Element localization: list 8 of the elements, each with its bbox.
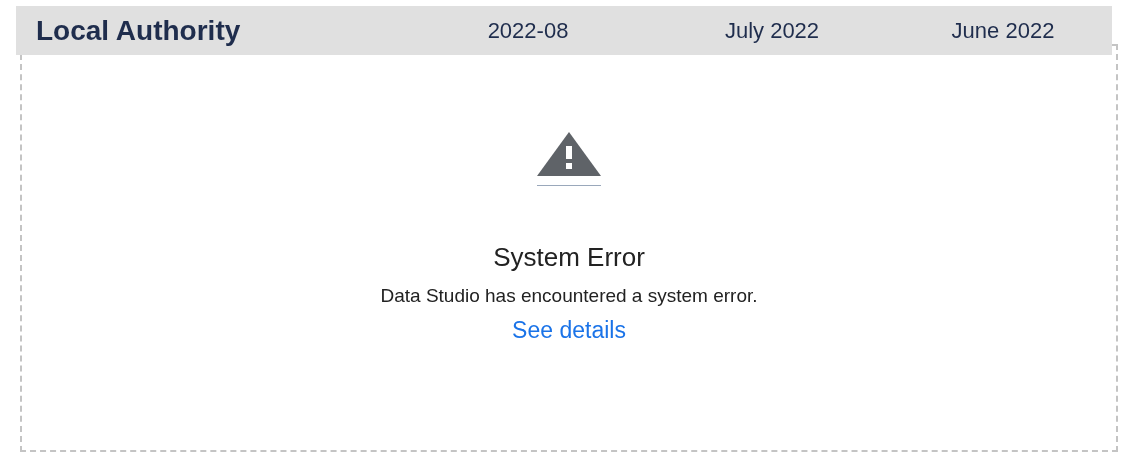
- column-header: 2022-08: [486, 17, 570, 44]
- error-message: Data Studio has encountered a system error.: [380, 285, 758, 307]
- column-header: July 2022: [723, 17, 821, 44]
- column-header: Local Authority: [35, 14, 242, 47]
- see-details-link[interactable]: See details: [512, 317, 626, 344]
- column-header: June 2022: [950, 17, 1056, 44]
- error-title: System Error: [493, 242, 645, 273]
- warning-icon: [535, 130, 603, 188]
